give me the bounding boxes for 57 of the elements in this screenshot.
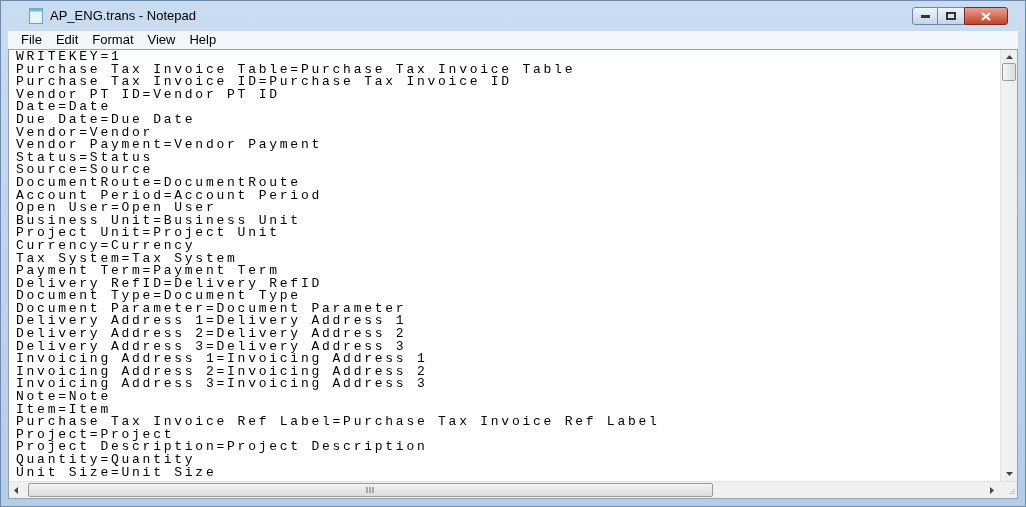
text-line: Delivery RefID=Delivery RefID <box>16 277 322 291</box>
text-line: Note=Note <box>16 391 111 404</box>
text-line: Invoicing Address 2=Invoicing Address 2 <box>16 365 428 379</box>
restore-icon <box>946 12 956 20</box>
menu-item[interactable]: Format <box>85 32 141 48</box>
text-line: Vendor Payment=Vendor Payment <box>16 139 322 152</box>
text-line: Open User=Open User <box>16 202 217 215</box>
scroll-thumb[interactable] <box>1002 63 1016 81</box>
text-line: Project Unit=Project Unit <box>16 227 280 240</box>
text-line: DocumentRoute=DocumentRoute <box>16 176 301 190</box>
text-line: Due Date=Due Date <box>16 113 196 127</box>
text-line: Vendor=Vendor <box>16 126 154 140</box>
menu-item[interactable]: Edit <box>48 32 86 48</box>
text-line: Project Description=Project Description <box>16 441 428 454</box>
horizontal-scrollbar[interactable] <box>9 481 1000 498</box>
scroll-up-icon[interactable] <box>1005 55 1013 59</box>
text-line: Delivery Address 3=Delivery Address 3 <box>16 340 407 354</box>
text-line: Business Unit=Business Unit <box>16 214 301 228</box>
text-line: Account Period=Account Period <box>16 189 322 203</box>
minimize-icon <box>920 14 930 18</box>
text-line: Status=Status <box>16 151 154 165</box>
text-line: Purchase Tax Invoice ID=Purchase Tax Invoice ID <box>16 76 512 89</box>
close-icon <box>981 11 991 21</box>
text-line: Project=Project <box>16 428 175 442</box>
notepad-icon <box>29 8 43 24</box>
text-line: Source=Source <box>16 164 154 177</box>
text-line: Invoicing Address 3=Invoicing Address 3 <box>16 378 428 392</box>
grip-icon <box>366 487 375 493</box>
text-line: Currency=Currency <box>16 239 196 253</box>
vertical-scrollbar[interactable] <box>1000 50 1017 481</box>
maximize-button[interactable] <box>938 7 964 25</box>
menu-item[interactable]: View <box>140 32 183 48</box>
scroll-thumb[interactable] <box>28 483 713 497</box>
text-line: Purchase Tax Invoice Ref Label=Purchase Tax Invoice Ref Label <box>16 416 660 429</box>
text-line: Item=Item <box>16 403 111 417</box>
text-line: Delivery Address 2=Delivery Address 2 <box>16 328 407 341</box>
text-line: Purchase Tax Invoice Table=Purchase Tax Invoice Table <box>16 63 576 77</box>
menu-item[interactable]: File <box>14 32 49 48</box>
text-line: Quantity=Quantity <box>16 454 196 467</box>
window-title: AP_ENG.trans - Notepad <box>50 7 196 26</box>
text-line: Invoicing Address 1=Invoicing Address 1 <box>16 353 428 366</box>
scroll-down-icon[interactable] <box>1005 472 1013 476</box>
close-button[interactable] <box>964 7 1008 25</box>
text-line: Payment Term=Payment Term <box>16 265 280 278</box>
text-line: WRITEKEY=1 <box>16 51 122 64</box>
minimize-button[interactable] <box>912 7 938 25</box>
text-line: Unit Size=Unit Size <box>16 466 217 480</box>
text-line: Document Parameter=Document Parameter <box>16 302 407 316</box>
scroll-right-icon[interactable] <box>990 486 994 494</box>
resize-grip-icon[interactable] <box>1007 488 1015 496</box>
text-line: Vendor PT ID=Vendor PT ID <box>16 88 280 102</box>
menu-item[interactable]: Help <box>182 32 224 48</box>
text-line: Document Type=Document Type <box>16 290 301 303</box>
text-line: Delivery Address 1=Delivery Address 1 <box>16 315 407 329</box>
scroll-left-icon[interactable] <box>14 486 18 494</box>
text-line: Tax System=Tax System <box>16 252 238 266</box>
text-line: Date=Date <box>16 101 111 114</box>
